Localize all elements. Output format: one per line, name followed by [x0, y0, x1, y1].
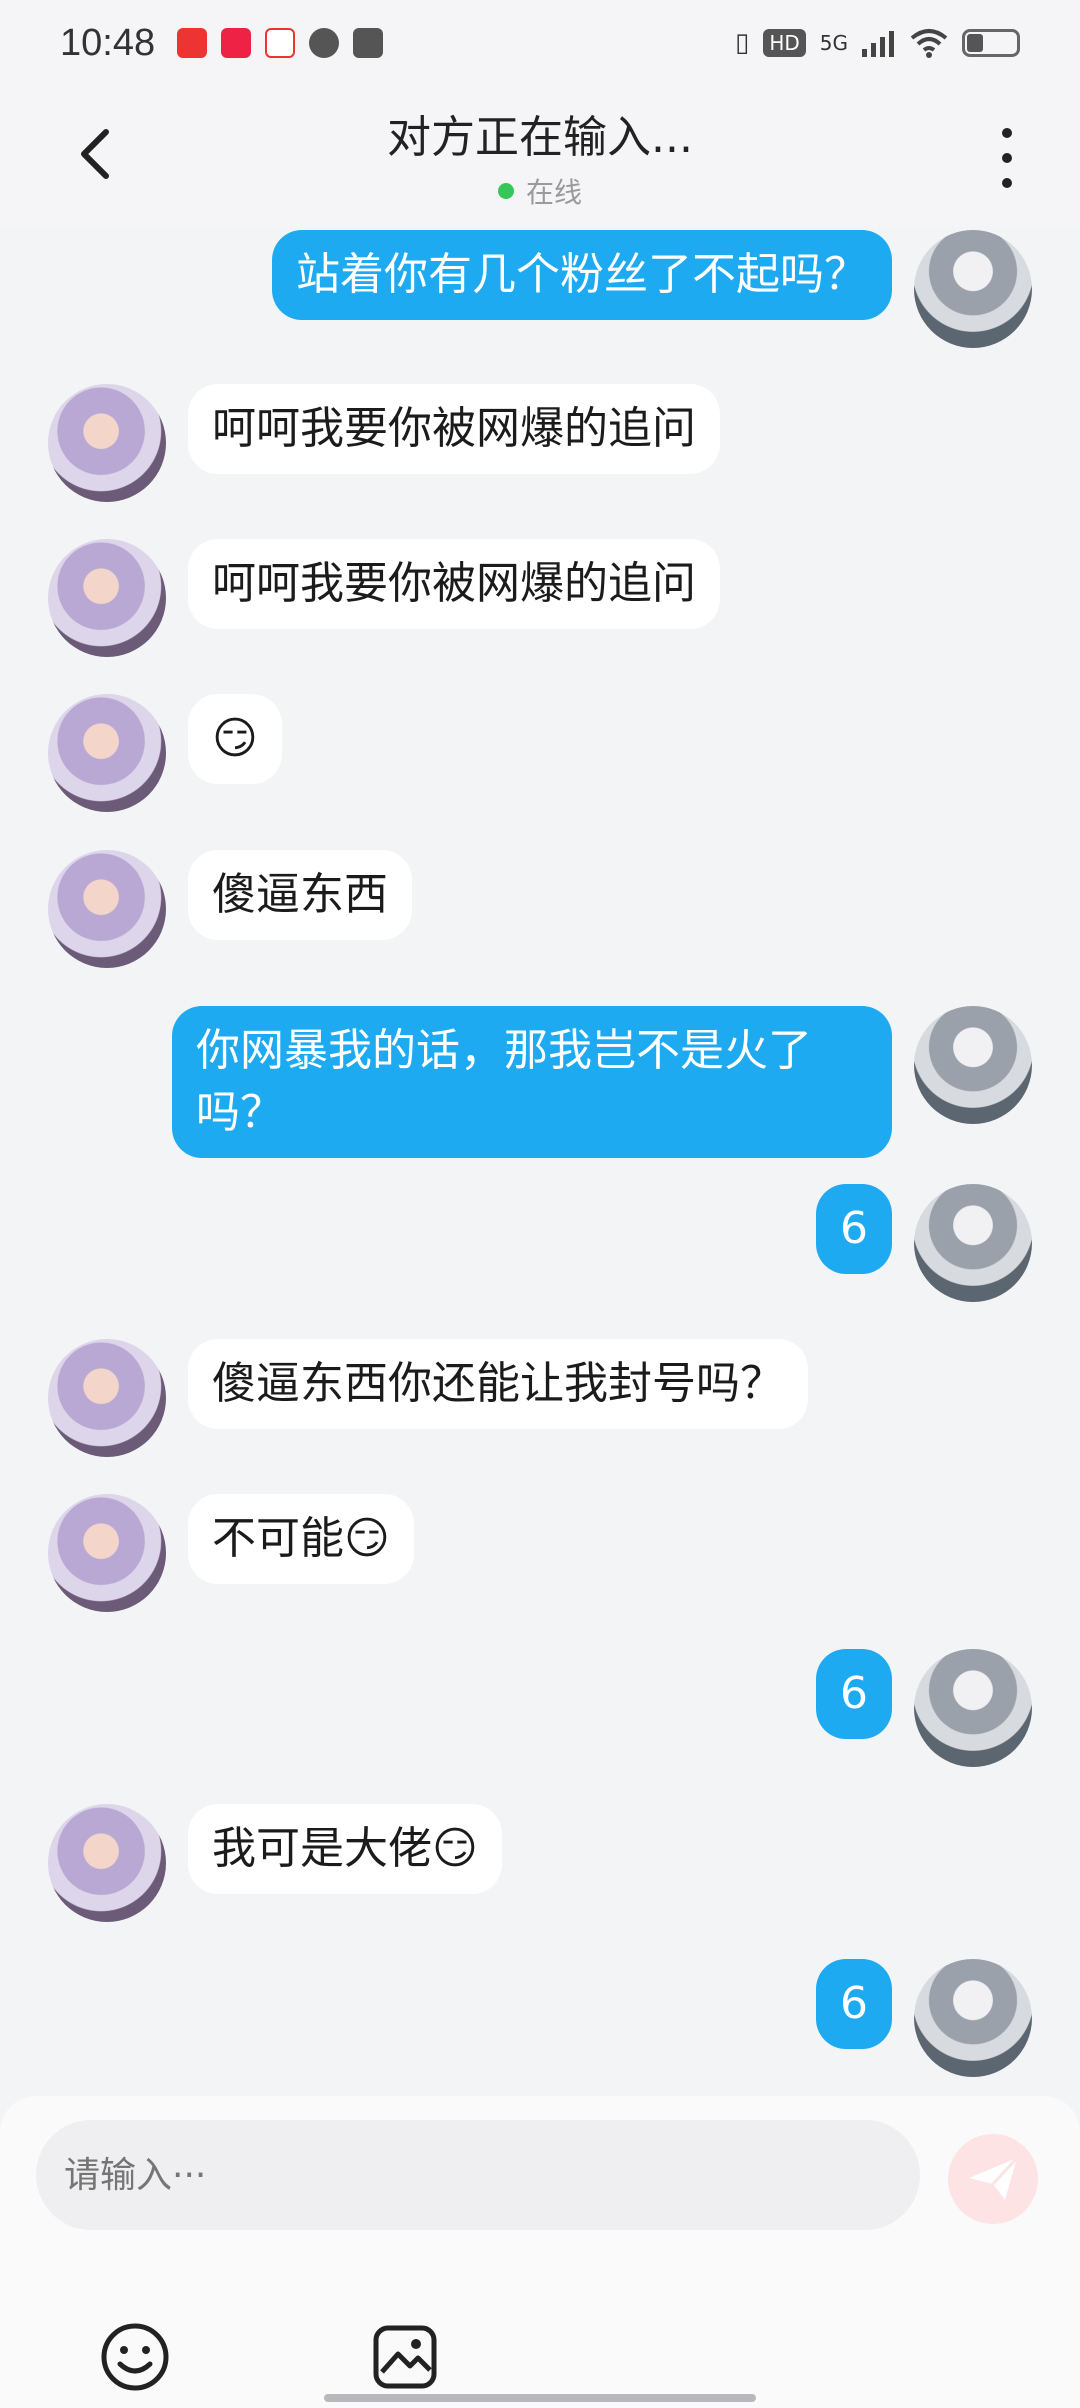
message-bubble[interactable]: 6 — [816, 1184, 892, 1274]
message-incoming: 呵呵我要你被网爆的追问 — [48, 384, 720, 502]
online-dot-icon — [497, 183, 514, 199]
message-outgoing: 6 — [816, 1649, 1032, 1767]
message-bubble[interactable]: 你网暴我的话，那我岂不是火了吗？ — [172, 1006, 892, 1158]
emoji-button[interactable] — [100, 2322, 170, 2392]
network-icon: 5G — [819, 31, 848, 55]
signal-icon — [862, 31, 894, 57]
smiley-icon — [101, 2323, 169, 2391]
more-dot-icon — [1002, 128, 1012, 138]
message-bubble[interactable]: 6 — [816, 1649, 892, 1739]
image-button[interactable] — [370, 2322, 440, 2392]
message-incoming: 呵呵我要你被网爆的追问 — [48, 539, 720, 657]
contact-avatar[interactable] — [48, 539, 166, 657]
online-status-label: 在线 — [525, 176, 582, 209]
contact-avatar[interactable] — [48, 1804, 166, 1922]
more-dot-icon — [1002, 178, 1012, 188]
message-bubble[interactable]: 傻逼东西你还能让我封号吗？ — [188, 1339, 808, 1429]
more-dot-icon — [1002, 153, 1012, 163]
contact-avatar[interactable] — [48, 1339, 166, 1457]
message-outgoing: 6 — [816, 1184, 1032, 1302]
chevron-left-icon — [81, 129, 109, 179]
home-indicator[interactable] — [324, 2394, 756, 2402]
message-bubble[interactable]: 😏 — [188, 694, 282, 784]
vibrate-icon: ▯ — [735, 28, 750, 58]
my-avatar[interactable] — [914, 1649, 1032, 1767]
chat-header: 对方正在输入... 在线 — [0, 86, 1080, 226]
contact-avatar[interactable] — [48, 850, 166, 968]
back-button[interactable] — [70, 124, 120, 184]
header-center: 对方正在输入... 在线 — [387, 101, 693, 211]
send-button[interactable] — [948, 2134, 1038, 2224]
chat-message-list[interactable]: 站着你有几个粉丝了不起吗？ 呵呵我要你被网爆的追问 呵呵我要你被网爆的追问 😏 … — [0, 226, 1080, 2096]
send-icon — [969, 2156, 1019, 2200]
status-bar: 10:48 ▯ HD 5G — [0, 0, 1080, 86]
battery-icon — [962, 29, 1020, 57]
app-icon-audio — [221, 28, 252, 58]
message-bubble[interactable]: 我可是大佬😏 — [188, 1804, 502, 1894]
message-outgoing: 6 — [816, 1959, 1032, 2077]
status-time: 10:48 — [60, 21, 156, 64]
my-avatar[interactable] — [914, 230, 1032, 348]
message-bubble[interactable]: 呵呵我要你被网爆的追问 — [188, 384, 720, 474]
app-icon-baidu — [265, 28, 296, 58]
message-incoming: 我可是大佬😏 — [48, 1804, 502, 1922]
message-outgoing: 你网暴我的话，那我岂不是火了吗？ — [172, 1006, 1032, 1158]
message-bubble[interactable]: 傻逼东西 — [188, 850, 412, 940]
page-title: 对方正在输入... — [387, 112, 693, 163]
contact-avatar[interactable] — [48, 1494, 166, 1612]
more-options-button[interactable] — [992, 128, 1022, 188]
my-avatar[interactable] — [914, 1959, 1032, 2077]
hd-icon: HD — [763, 29, 806, 57]
message-bubble[interactable]: 呵呵我要你被网爆的追问 — [188, 539, 720, 629]
message-incoming: 😏 — [48, 694, 282, 812]
my-avatar[interactable] — [914, 1006, 1032, 1124]
message-bubble[interactable]: 6 — [816, 1959, 892, 2049]
my-avatar[interactable] — [914, 1184, 1032, 1302]
message-bubble[interactable]: 不可能😏 — [188, 1494, 414, 1584]
contact-avatar[interactable] — [48, 694, 166, 812]
contact-avatar[interactable] — [48, 384, 166, 502]
message-bubble[interactable]: 站着你有几个粉丝了不起吗？ — [272, 230, 892, 320]
wifi-icon — [910, 29, 948, 58]
message-incoming: 傻逼东西 — [48, 850, 412, 968]
app-icon-news — [177, 28, 208, 58]
message-incoming: 傻逼东西你还能让我封号吗？ — [48, 1339, 808, 1457]
message-outgoing: 站着你有几个粉丝了不起吗？ — [272, 230, 1032, 348]
message-incoming: 不可能😏 — [48, 1494, 414, 1612]
online-status: 在线 — [387, 171, 693, 211]
app-icon-speed — [309, 28, 340, 58]
message-input[interactable] — [36, 2120, 920, 2230]
app-icon-card — [353, 28, 384, 58]
image-icon — [373, 2325, 437, 2389]
